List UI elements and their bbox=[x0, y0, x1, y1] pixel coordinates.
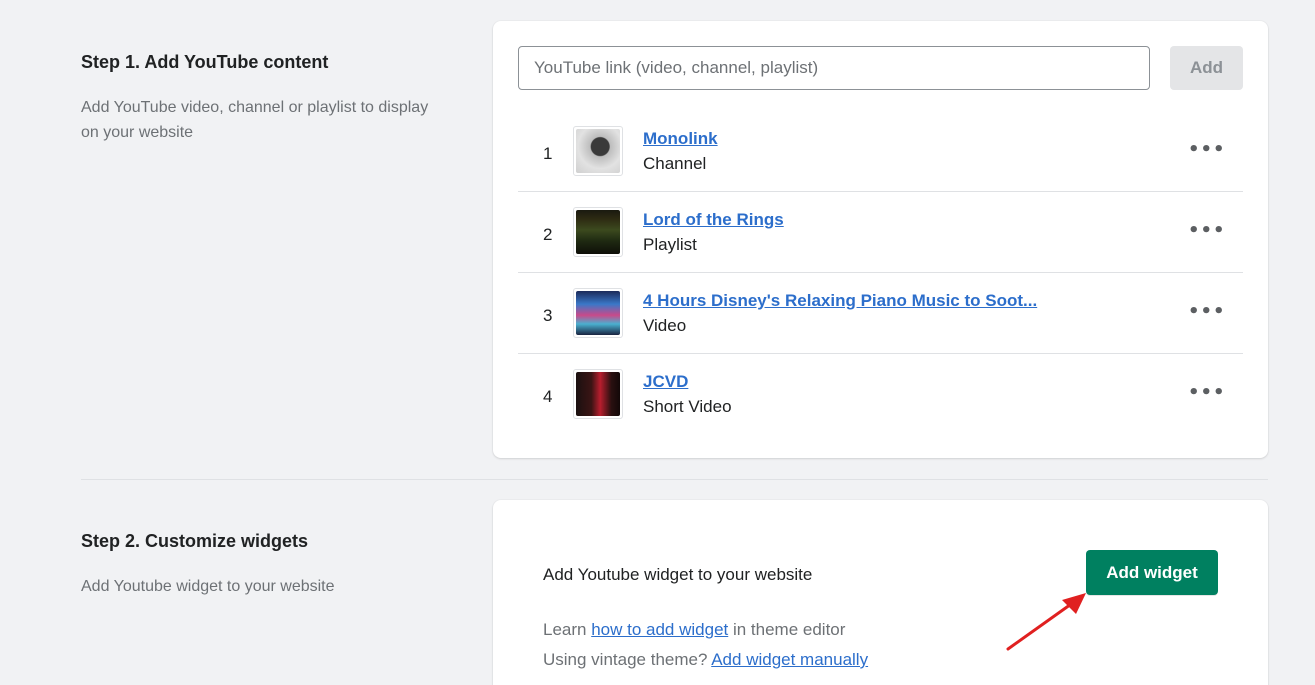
item-thumbnail bbox=[573, 288, 623, 338]
item-thumbnail bbox=[573, 126, 623, 176]
section-divider bbox=[81, 479, 1268, 480]
item-title-link[interactable]: 4 Hours Disney's Relaxing Piano Music to… bbox=[643, 291, 1037, 311]
item-thumbnail bbox=[573, 369, 623, 419]
step2-header: Step 2. Customize widgets Add Youtube wi… bbox=[81, 531, 441, 599]
step2-description: Add Youtube widget to your website bbox=[81, 578, 335, 595]
list-item: 4 JCVD Short Video ••• bbox=[518, 354, 1243, 435]
learn-suffix: in theme editor bbox=[728, 620, 846, 639]
add-widget-button[interactable]: Add widget bbox=[1086, 550, 1218, 595]
item-title-link[interactable]: JCVD bbox=[643, 372, 688, 392]
vintage-prefix: Using vintage theme? bbox=[543, 650, 712, 669]
widget-card: Add Youtube widget to your website Add w… bbox=[493, 500, 1268, 685]
item-thumbnail bbox=[573, 207, 623, 257]
youtube-link-input[interactable] bbox=[518, 46, 1150, 90]
item-title-link[interactable]: Monolink bbox=[643, 129, 718, 149]
content-list: 1 Monolink Channel ••• 2 Lord of the Rin… bbox=[518, 111, 1243, 435]
item-type: Video bbox=[643, 316, 687, 335]
horizontal-dots-icon[interactable]: ••• bbox=[1188, 299, 1225, 323]
learn-prefix: Learn bbox=[543, 620, 592, 639]
item-title-link[interactable]: Lord of the Rings bbox=[643, 210, 784, 230]
step1-title: Step 1. Add YouTube content bbox=[81, 52, 329, 72]
item-number: 3 bbox=[543, 306, 553, 325]
vintage-line: Using vintage theme? Add widget manually bbox=[543, 650, 868, 670]
horizontal-dots-icon[interactable]: ••• bbox=[1188, 218, 1225, 242]
list-item: 2 Lord of the Rings Playlist ••• bbox=[518, 192, 1243, 273]
list-item: 3 4 Hours Disney's Relaxing Piano Music … bbox=[518, 273, 1243, 354]
item-type: Playlist bbox=[643, 235, 697, 254]
list-item: 1 Monolink Channel ••• bbox=[518, 111, 1243, 192]
add-button[interactable]: Add bbox=[1170, 46, 1243, 90]
add-widget-manually-link[interactable]: Add widget manually bbox=[711, 650, 868, 669]
item-number: 2 bbox=[543, 225, 553, 244]
step2-title: Step 2. Customize widgets bbox=[81, 531, 309, 551]
horizontal-dots-icon[interactable]: ••• bbox=[1188, 137, 1225, 161]
step1-header: Step 1. Add YouTube content Add YouTube … bbox=[81, 52, 441, 145]
how-to-add-widget-link[interactable]: how to add widget bbox=[591, 620, 728, 639]
item-number: 1 bbox=[543, 144, 553, 163]
item-type: Channel bbox=[643, 154, 707, 173]
item-type: Short Video bbox=[643, 397, 732, 416]
widget-text: Add Youtube widget to your website bbox=[543, 565, 813, 584]
item-number: 4 bbox=[543, 387, 553, 406]
learn-line: Learn how to add widget in theme editor bbox=[543, 620, 845, 640]
red-arrow-icon bbox=[1006, 593, 1086, 651]
step1-description: Add YouTube video, channel or playlist t… bbox=[81, 99, 429, 141]
content-card: Add 1 Monolink Channel ••• 2 Lord of the… bbox=[493, 21, 1268, 458]
horizontal-dots-icon[interactable]: ••• bbox=[1188, 380, 1225, 404]
